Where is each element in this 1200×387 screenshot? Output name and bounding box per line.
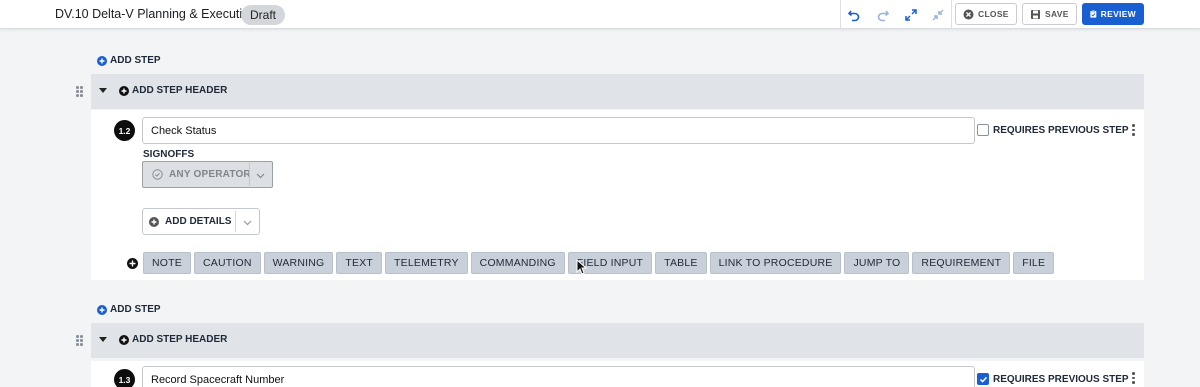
drag-handle-icon[interactable] <box>76 86 84 98</box>
content-type-link-to-procedure[interactable]: LINK TO PROCEDURE <box>709 252 842 274</box>
content-type-text[interactable]: TEXT <box>336 252 383 274</box>
step-card: 1.2 Check Status REQUIRES PREVIOUS STEP … <box>91 110 1144 280</box>
close-label: CLOSE <box>978 9 1009 19</box>
add-step-label: ADD STEP <box>110 55 161 66</box>
step-header-bar: ADD STEP HEADER <box>91 323 1144 358</box>
requires-previous-step[interactable]: REQUIRES PREVIOUS STEP <box>977 373 1129 385</box>
add-step-header-button[interactable]: ADD STEP HEADER <box>119 85 227 96</box>
content-type-bar: NOTE CAUTION WARNING TEXT TELEMETRY COMM… <box>127 252 1057 274</box>
signoff-value: ANY OPERATOR <box>169 169 251 180</box>
more-options-icon[interactable] <box>1131 372 1135 384</box>
requires-previous-checkbox[interactable] <box>977 124 989 136</box>
step-title-input[interactable]: Check Status <box>142 117 975 144</box>
plus-circle-icon <box>149 216 159 227</box>
add-step-header-label: ADD STEP HEADER <box>132 334 228 345</box>
signoff-select[interactable]: ANY OPERATOR <box>142 161 273 188</box>
add-step-label: ADD STEP <box>110 304 161 315</box>
requires-previous-step[interactable]: REQUIRES PREVIOUS STEP <box>977 124 1129 136</box>
content-type-caution[interactable]: CAUTION <box>193 252 261 274</box>
content-type-commanding[interactable]: COMMANDING <box>470 252 565 274</box>
collapse-icon[interactable] <box>929 6 947 24</box>
add-content-icon[interactable] <box>127 257 138 269</box>
caret-down-icon[interactable] <box>99 88 107 93</box>
caret-down-icon[interactable] <box>99 337 107 342</box>
check-icon <box>979 376 987 383</box>
add-step-header-label: ADD STEP HEADER <box>132 85 228 96</box>
add-step-button[interactable]: ADD STEP <box>97 55 161 66</box>
redo-icon[interactable] <box>874 6 892 24</box>
step-number: 1.3 <box>114 369 135 387</box>
plus-circle-icon <box>97 304 107 315</box>
plus-circle-icon <box>97 55 107 66</box>
step-header-bar: ADD STEP HEADER <box>91 74 1144 109</box>
save-button[interactable]: SAVE <box>1022 3 1077 25</box>
content-type-note[interactable]: NOTE <box>143 252 191 274</box>
toolbar-divider <box>951 0 952 29</box>
chevron-down-icon <box>243 220 252 226</box>
content-type-warning[interactable]: WARNING <box>263 252 334 274</box>
clipboard-check-icon <box>1090 10 1097 18</box>
save-icon <box>1031 9 1040 19</box>
more-options-icon[interactable] <box>1131 124 1135 136</box>
content-type-table[interactable]: TABLE <box>655 252 707 274</box>
step-title-text: Check Status <box>151 124 217 137</box>
content-type-file[interactable]: FILE <box>1013 252 1055 274</box>
requires-previous-label: REQUIRES PREVIOUS STEP <box>993 124 1129 136</box>
procedure-title: DV.10 Delta-V Planning & Execution <box>55 7 257 21</box>
expand-icon[interactable] <box>902 6 920 24</box>
requires-previous-label: REQUIRES PREVIOUS STEP <box>993 373 1129 385</box>
add-step-header-button[interactable]: ADD STEP HEADER <box>119 334 227 345</box>
select-divider <box>249 163 250 186</box>
review-button[interactable]: REVIEW <box>1082 3 1144 25</box>
add-details-select[interactable]: ADD DETAILS <box>142 208 260 235</box>
drag-handle-icon[interactable] <box>76 335 84 347</box>
content-type-jump-to[interactable]: JUMP TO <box>844 252 910 274</box>
plus-circle-icon <box>119 334 129 345</box>
chevron-down-icon <box>256 173 265 179</box>
close-button[interactable]: CLOSE <box>955 3 1017 25</box>
status-badge: Draft <box>241 5 286 25</box>
content-type-telemetry[interactable]: TELEMETRY <box>385 252 468 274</box>
add-details-label: ADD DETAILS <box>165 216 232 227</box>
top-bar: DV.10 Delta-V Planning & Execution Draft… <box>0 0 1200 29</box>
step-title-text: Record Spacecraft Number <box>151 373 285 386</box>
add-step-button[interactable]: ADD STEP <box>97 304 161 315</box>
step-number: 1.2 <box>114 120 135 141</box>
plus-circle-icon <box>119 85 129 96</box>
step-card: 1.3 Record Spacecraft Number REQUIRES PR… <box>91 361 1144 387</box>
signoffs-label: SIGNOFFS <box>143 149 195 160</box>
check-circle-icon <box>152 169 163 180</box>
step-title-input[interactable]: Record Spacecraft Number <box>142 366 975 387</box>
save-label: SAVE <box>1045 9 1069 19</box>
requires-previous-checkbox[interactable] <box>977 373 989 385</box>
toolbar-divider <box>840 0 841 29</box>
undo-icon[interactable] <box>845 6 863 24</box>
close-icon <box>963 9 974 19</box>
select-divider <box>235 211 236 232</box>
review-label: REVIEW <box>1100 9 1136 19</box>
mouse-cursor-icon <box>576 259 587 275</box>
content-type-requirement[interactable]: REQUIREMENT <box>912 252 1011 274</box>
